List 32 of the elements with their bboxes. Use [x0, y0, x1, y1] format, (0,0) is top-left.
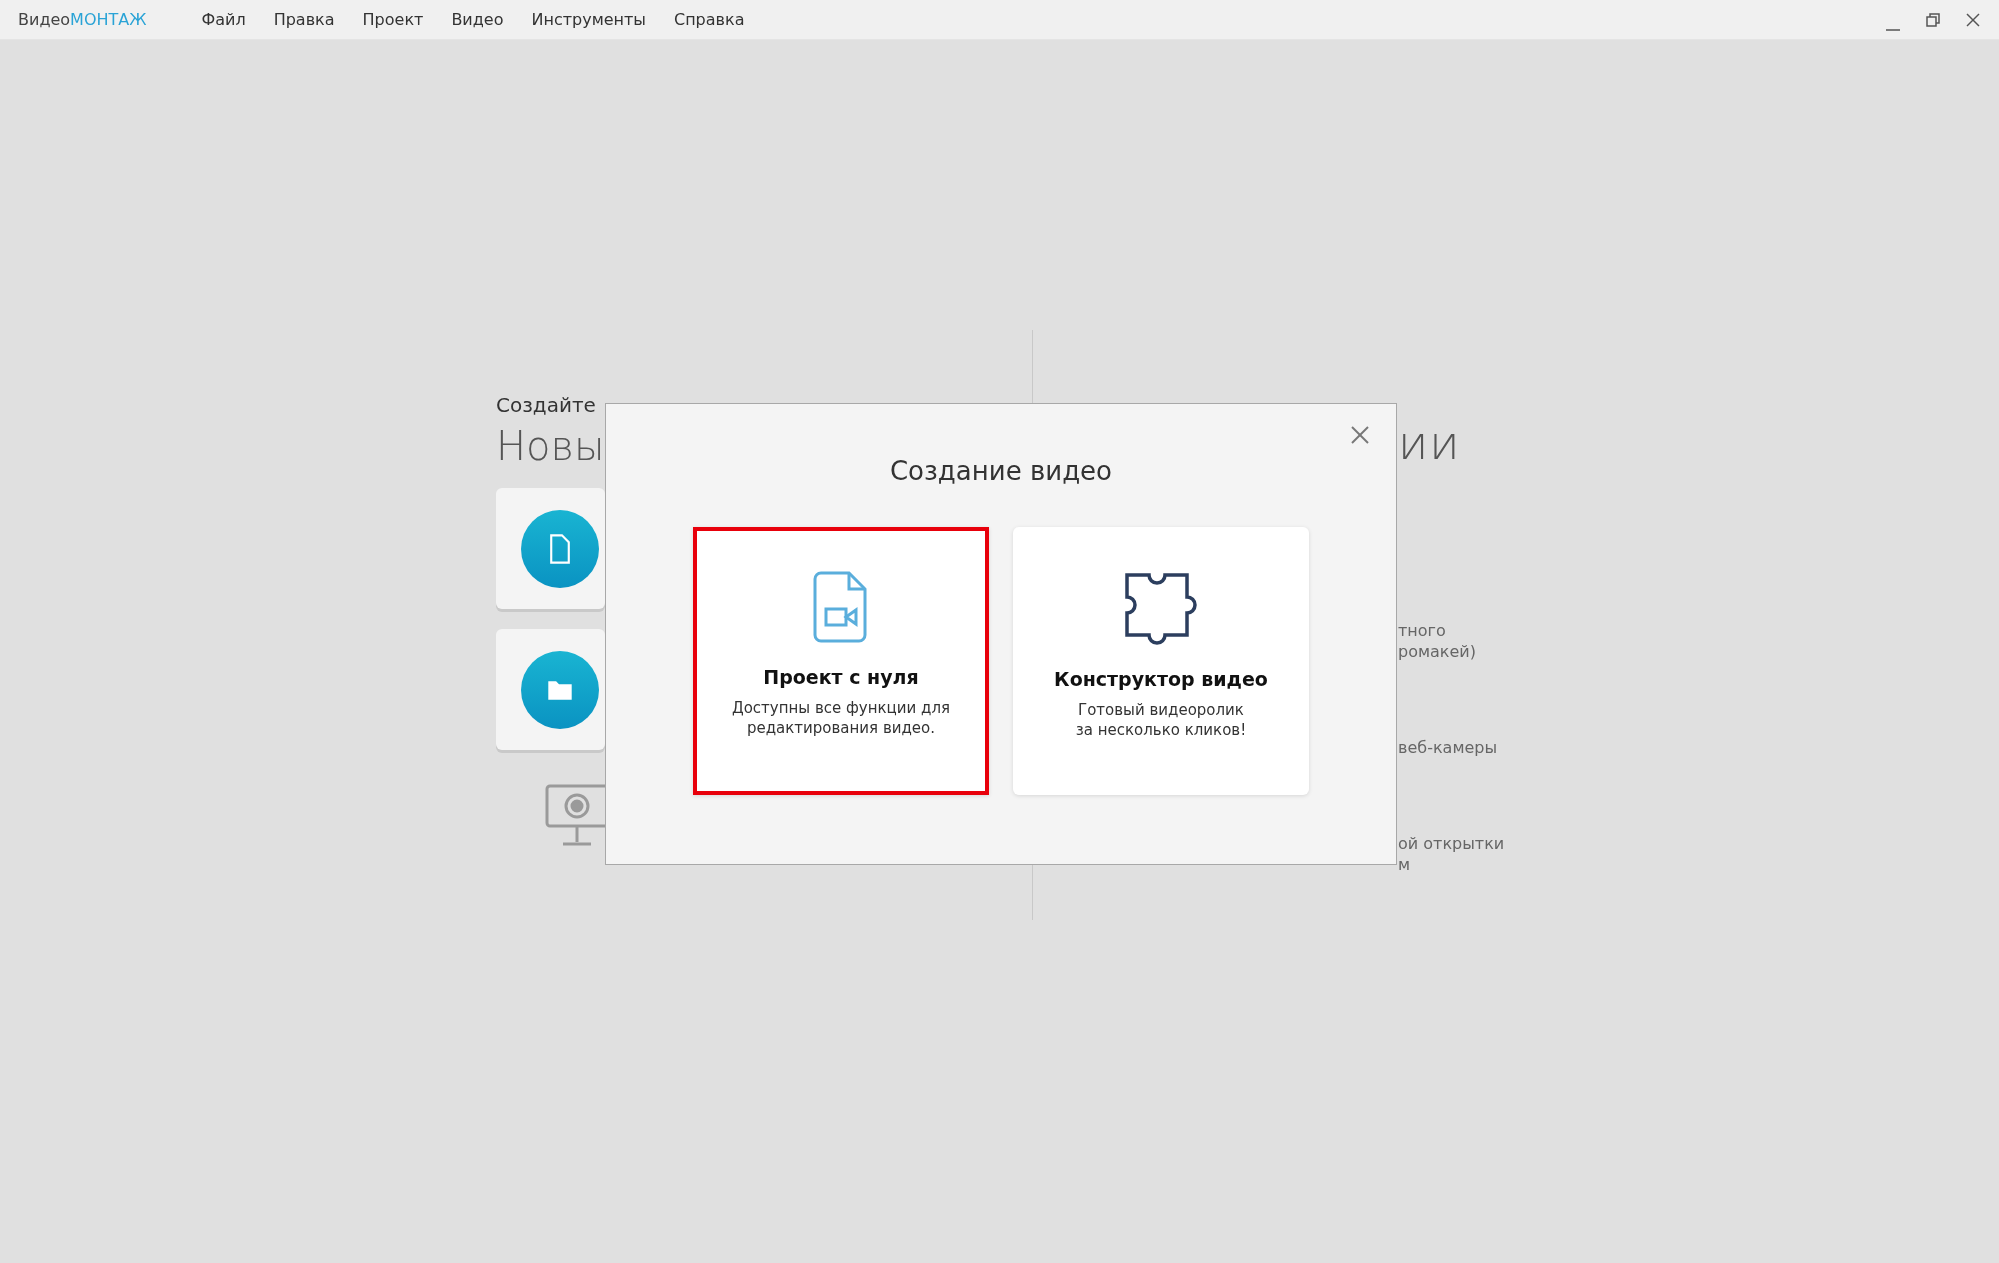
section-title: ии	[1398, 418, 1462, 469]
close-icon	[1350, 424, 1370, 445]
section-title: Новы	[496, 424, 605, 468]
option-description: Готовый видеоролик за несколько кликов!	[1075, 699, 1247, 740]
minimize-icon	[1886, 28, 1900, 31]
menu-item[interactable]: Инструменты	[520, 7, 657, 32]
folder-icon	[521, 649, 599, 730]
tile-button[interactable]	[496, 488, 605, 609]
menu-item[interactable]: Видео	[440, 7, 515, 32]
webcam-icon	[545, 784, 605, 848]
puzzle-icon	[1123, 571, 1199, 645]
option-card[interactable]: Проект с нуля Доступны все функции для редактирования видео.	[693, 527, 989, 795]
tile-button[interactable]	[496, 629, 605, 750]
option-label: ой открытки	[1398, 832, 1505, 854]
close-icon	[1965, 11, 1981, 28]
document-icon	[521, 508, 599, 589]
menu-item[interactable]: Справка	[662, 7, 756, 32]
app-logo: ВидеоМОНТАЖ	[18, 8, 147, 31]
option-card[interactable]: Конструктор видео Готовый видеоролик за несколько кликов!	[1013, 527, 1309, 795]
option-description: Доступны все функции для редактирования видео.	[731, 697, 951, 738]
option-label: тного	[1398, 619, 1447, 641]
dialog-title: Создание видео	[888, 455, 1114, 488]
option-label: м	[1398, 853, 1412, 875]
menu-item[interactable]: Правка	[262, 7, 346, 32]
menu-item[interactable]: Проект	[351, 7, 435, 32]
option-title: Проект с нуля	[763, 665, 919, 690]
option-label: ромакей)	[1398, 640, 1477, 662]
option-label: веб-камеры	[1398, 736, 1499, 758]
restore-icon	[1925, 11, 1941, 28]
section-subtitle: Создайте	[496, 392, 597, 419]
menu-item[interactable]: Файл	[190, 7, 257, 32]
option-title: Конструктор видео	[1054, 667, 1268, 692]
